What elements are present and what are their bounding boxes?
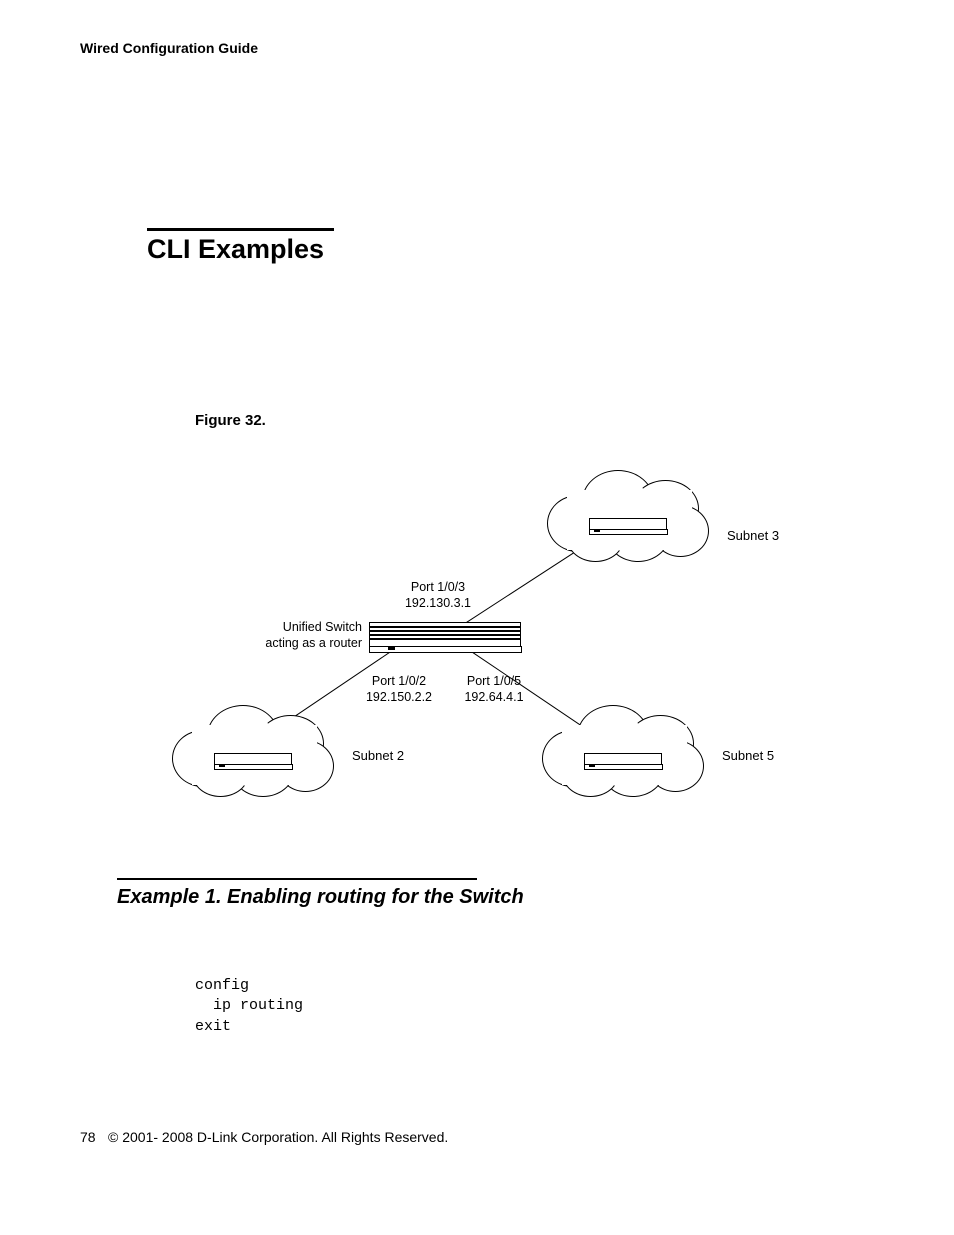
subnet-5-label: Subnet 5 <box>722 748 774 763</box>
port-1-0-3-label: Port 1/0/3 192.130.3.1 <box>393 580 483 611</box>
port-1-0-2-label: Port 1/0/2 192.150.2.2 <box>354 674 444 705</box>
section-title: CLI Examples <box>147 234 324 265</box>
subnet-3-label: Subnet 3 <box>727 528 779 543</box>
port-1-0-2-ip: 192.150.2.2 <box>366 690 432 704</box>
subnet-5-cloud <box>532 695 712 805</box>
subnet-2-cloud <box>162 695 342 805</box>
unified-switch-router <box>369 622 521 652</box>
section-title-rule <box>147 228 334 231</box>
port-1-0-5-ip: 192.64.4.1 <box>464 690 523 704</box>
figure-caption: Figure 32. <box>195 412 266 429</box>
example-title: Example 1. Enabling routing for the Swit… <box>117 886 524 909</box>
router-label-line2: acting as a router <box>265 636 362 650</box>
subnet-2-switch-icon <box>214 753 292 769</box>
subnet-5-switch-icon <box>584 753 662 769</box>
port-1-0-5-label: Port 1/0/5 192.64.4.1 <box>449 674 539 705</box>
port-1-0-3-ip: 192.130.3.1 <box>405 596 471 610</box>
subnet-3-cloud <box>537 460 717 570</box>
subnet-3-switch-icon <box>589 518 667 534</box>
cli-code-block: config ip routing exit <box>195 976 303 1037</box>
copyright: © 2001- 2008 D-Link Corporation. All Rig… <box>108 1129 448 1145</box>
port-1-0-5-name: Port 1/0/5 <box>467 674 521 688</box>
router-label-line1: Unified Switch <box>283 620 362 634</box>
subnet-2-label: Subnet 2 <box>352 748 404 763</box>
port-1-0-2-name: Port 1/0/2 <box>372 674 426 688</box>
router-label: Unified Switch acting as a router <box>207 620 362 651</box>
port-1-0-3-name: Port 1/0/3 <box>411 580 465 594</box>
example-title-rule <box>117 878 477 880</box>
document-page: Wired Configuration Guide CLI Examples F… <box>0 0 954 1235</box>
running-header: Wired Configuration Guide <box>80 40 258 56</box>
network-diagram: Unified Switch acting as a router Port 1… <box>147 440 827 840</box>
page-number: 78 <box>80 1129 96 1145</box>
